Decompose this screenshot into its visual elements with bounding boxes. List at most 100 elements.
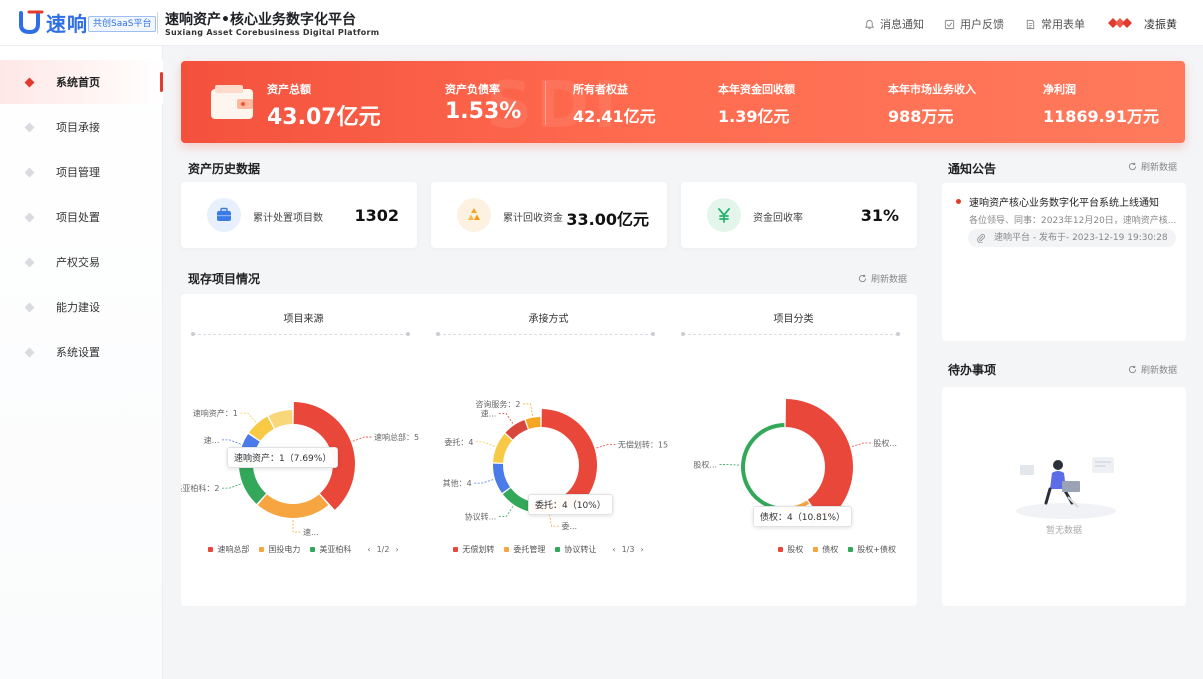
- kpi-value: 988万元: [888, 107, 954, 126]
- slice-label-leader: [851, 442, 872, 447]
- sidebar-item-label: 项目管理: [56, 166, 100, 179]
- legend-label: 国投电力: [268, 545, 301, 554]
- saas-badge: 共创SaaS平台: [88, 16, 157, 32]
- logo-text: 速响: [46, 12, 88, 36]
- stat-label: 累计处置项目数: [253, 213, 323, 224]
- kpi-banner: SDI 资产总额 43.07亿元 资产负债率 1.53% 所有者权益 42.41…: [181, 61, 1185, 143]
- stat-icon-circle: [207, 198, 241, 232]
- donut-slice[interactable]: [525, 417, 541, 429]
- user-name[interactable]: 凌振黄: [1144, 16, 1177, 32]
- slice-label: 美亚柏科：2: [181, 483, 219, 493]
- diamond-icon: [24, 257, 35, 267]
- kpi-label: 所有者权益: [573, 83, 628, 96]
- current-refresh-button[interactable]: 刷新数据: [858, 272, 907, 285]
- legend-label: 无偿划转: [462, 545, 495, 554]
- chart-project-source: 项目来源 速响总部：5 速... 美亚柏科：2 速... 速响资产：1 速响资产：1（7…: [181, 294, 426, 606]
- chevron-right-icon[interactable]: ›: [640, 545, 643, 554]
- chart-title-rule: [191, 332, 410, 336]
- slice-label: 速...: [481, 410, 497, 419]
- legend-item[interactable]: 协议转让: [555, 544, 596, 555]
- legend-item[interactable]: 股权+债权: [848, 544, 896, 555]
- sidebar-item-home[interactable]: 系统首页: [0, 60, 163, 104]
- active-indicator: [160, 72, 163, 92]
- slice-label-leader: [221, 439, 241, 445]
- slice-label-leader: [239, 412, 257, 423]
- history-section-title: 资产历史数据: [188, 162, 261, 176]
- charts-panel: 项目来源 速响总部：5 速... 美亚柏科：2 速... 速响资产：1 速响资产：1（7…: [181, 294, 917, 606]
- slice-label-leader: [498, 413, 514, 424]
- legend-item[interactable]: 股权: [778, 544, 803, 555]
- chart-tooltip: 速响资产：1（7.69%）: [227, 447, 339, 468]
- legend-item[interactable]: 无偿划转: [453, 544, 494, 555]
- pager-text: 1/3: [621, 545, 635, 554]
- diamond-icon: [24, 122, 35, 132]
- todo-panel: 暂无数据: [942, 387, 1186, 606]
- todo-section-title: 待办事项: [948, 363, 997, 377]
- pager-text: 1/2: [376, 545, 390, 554]
- diamond-icon: [24, 347, 35, 357]
- chevron-right-icon[interactable]: ›: [395, 545, 398, 554]
- stat-value: 33.00亿元: [566, 210, 649, 229]
- donut-slice[interactable]: [257, 494, 329, 518]
- diamond-icon: [24, 302, 35, 312]
- donut-slice[interactable]: [740, 423, 785, 511]
- sidebar-item-project-intake[interactable]: 项目承接: [0, 105, 163, 149]
- forms-link[interactable]: 常用表单: [1025, 16, 1085, 32]
- sidebar-item-settings[interactable]: 系统设置: [0, 330, 163, 374]
- donut-slice[interactable]: [505, 419, 528, 440]
- chart-title-rule: [681, 332, 900, 336]
- legend-pager: ‹ 1/2 ›: [367, 545, 398, 554]
- legend-item[interactable]: 速响总部: [208, 544, 249, 555]
- legend-label: 债权: [822, 545, 839, 554]
- chevron-left-icon[interactable]: ‹: [612, 545, 615, 554]
- feedback-icon: [944, 19, 955, 29]
- legend-swatch: [848, 547, 854, 552]
- notice-item-desc: 各位领导、同事：2023年12月20日，速响资产核...: [969, 216, 1177, 226]
- notice-item-meta: 速响平台 - 发布于- 2023-12-19 19:30:28: [968, 229, 1176, 247]
- notification-link[interactable]: 消息通知: [864, 16, 924, 32]
- stat-value: 31%: [860, 206, 899, 225]
- chevron-left-icon[interactable]: ‹: [367, 545, 370, 554]
- kpi-value: 1.53%: [445, 99, 522, 124]
- legend-pager: ‹ 1/3 ›: [612, 545, 643, 554]
- feedback-link[interactable]: 用户反馈: [944, 16, 1004, 32]
- donut-slice[interactable]: [493, 433, 513, 463]
- notice-refresh-button[interactable]: 刷新数据: [1128, 160, 1177, 173]
- legend-item[interactable]: 美亚柏科: [310, 544, 351, 555]
- legend-item[interactable]: 债权: [813, 544, 838, 555]
- chart-legend: 股权 债权 股权+债权: [671, 544, 916, 555]
- todo-refresh-button[interactable]: 刷新数据: [1128, 363, 1177, 376]
- slice-label: 咨询服务：2: [475, 399, 520, 409]
- donut-slice[interactable]: [493, 463, 511, 493]
- kpi-label: 资产总额: [267, 83, 311, 96]
- legend-item[interactable]: 国投电力: [259, 544, 300, 555]
- current-section-title: 现存项目情况: [188, 272, 261, 286]
- slice-label-leader: [719, 464, 740, 466]
- legend-swatch: [555, 547, 561, 552]
- slice-label: 速响资产：1: [193, 408, 238, 418]
- sidebar-item-project-disposal[interactable]: 项目处置: [0, 195, 163, 239]
- notice-item-title[interactable]: 速响资产核心业务数字化平台系统上线通知: [969, 194, 1159, 209]
- feedback-label: 用户反馈: [960, 18, 1004, 31]
- legend-swatch: [504, 547, 510, 552]
- platform-subtitle: Suxiang Asset Corebusiness Digital Platf…: [165, 28, 380, 37]
- bell-icon: [864, 19, 875, 29]
- donut-slice[interactable]: [268, 410, 293, 429]
- chart-title: 项目分类: [773, 314, 814, 325]
- kpi-label: 本年资金回收额: [718, 83, 795, 96]
- sidebar-item-capability[interactable]: 能力建设: [0, 285, 163, 329]
- notice-panel: 速响资产核心业务数字化平台系统上线通知 各位领导、同事：2023年12月20日，…: [942, 183, 1186, 341]
- stat-card-recovery-rate: 资金回收率 31%: [681, 182, 917, 248]
- forms-label: 常用表单: [1041, 18, 1085, 31]
- legend-item[interactable]: 委托管理: [504, 544, 545, 555]
- legend-swatch: [813, 547, 819, 552]
- sidebar-item-project-management[interactable]: 项目管理: [0, 150, 163, 194]
- sidebar: 系统首页 项目承接 项目管理 项目处置 产权交易 能力建设 系统设置: [0, 46, 163, 679]
- slice-label-leader: [522, 403, 533, 416]
- sidebar-item-equity-trading[interactable]: 产权交易: [0, 240, 163, 284]
- kpi-net-profit: 净利润 11869.91万元: [1043, 81, 1159, 127]
- chart-title: 承接方式: [528, 314, 569, 325]
- donut-slice[interactable]: [502, 488, 531, 512]
- notice-meta-text: 速响平台 - 发布于- 2023-12-19 19:30:28: [994, 233, 1168, 243]
- donut-slice[interactable]: [785, 399, 853, 523]
